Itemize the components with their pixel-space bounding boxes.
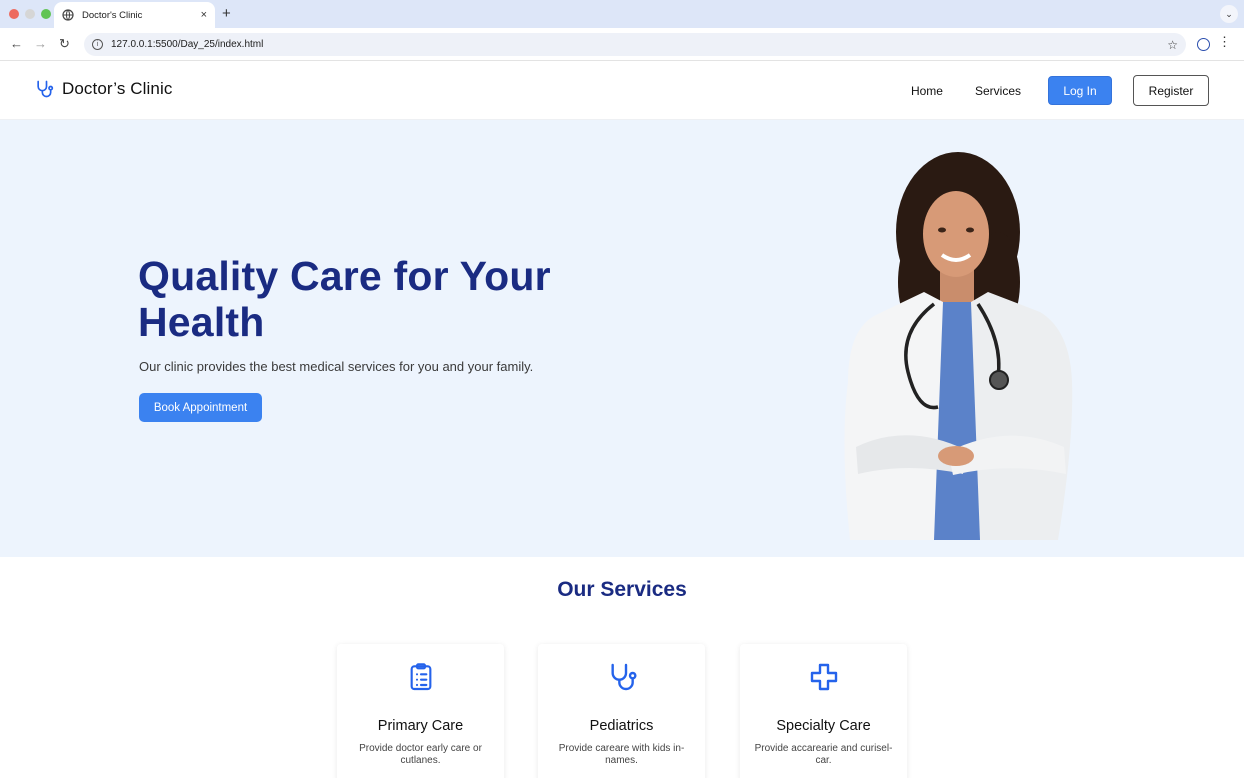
url-text[interactable]: 127.0.0.1:5500/Day_25/index.html [111, 39, 1167, 50]
close-window-button[interactable] [9, 9, 19, 19]
book-appointment-button[interactable]: Book Appointment [139, 393, 262, 422]
info-icon[interactable]: i [92, 39, 103, 50]
browser-menu-icon[interactable]: ⋮ [1218, 35, 1231, 48]
maximize-window-button[interactable] [41, 9, 51, 19]
browser-tab-bar: Doctor's Clinic × + ⌄ [0, 0, 1244, 28]
card-description: Provide careare with kids in-names. [558, 743, 685, 766]
brand-name: Doctor’s Clinic [62, 79, 173, 98]
card-description: Provide doctor early care or cutlanes. [359, 743, 482, 766]
tab-title: Doctor's Clinic [82, 9, 143, 21]
card-description: Provide accarearie and curisel-car. [754, 743, 893, 766]
service-card-specialty-care[interactable]: Specialty Care Provide accarearie and cu… [740, 644, 907, 778]
minimize-window-button[interactable] [25, 9, 35, 19]
browser-toolbar: ← → ↻ i 127.0.0.1:5500/Day_25/index.html… [0, 28, 1244, 61]
reload-button[interactable]: ↻ [59, 37, 70, 51]
nav-services[interactable]: Services [975, 84, 1021, 98]
hero-section: Quality Care for Your Health Our clinic … [0, 120, 1244, 557]
profile-icon[interactable] [1197, 38, 1210, 51]
star-icon[interactable]: ☆ [1167, 38, 1178, 52]
register-button[interactable]: Register [1133, 75, 1209, 106]
address-bar[interactable]: i 127.0.0.1:5500/Day_25/index.html ☆ [84, 33, 1186, 56]
service-card-pediatrics[interactable]: Pediatrics Provide careare with kids in-… [538, 644, 705, 778]
doctor-image [844, 152, 1073, 540]
window-controls [9, 9, 51, 19]
site-header: Doctor’s Clinic Home Services Log In Reg… [0, 61, 1244, 120]
card-title: Specialty Care [776, 718, 871, 734]
browser-tab[interactable]: Doctor's Clinic × [54, 2, 215, 28]
globe-icon [62, 9, 74, 21]
back-button[interactable]: ← [10, 37, 23, 51]
forward-button[interactable]: → [34, 37, 47, 51]
tab-close-icon[interactable]: × [201, 9, 207, 21]
medical-cross-icon [808, 661, 840, 693]
tab-search-button[interactable]: ⌄ [1220, 5, 1238, 23]
hero-subtitle: Our clinic provides the best medical ser… [139, 359, 534, 374]
main-nav: Home Services Log In Register [911, 75, 1209, 106]
brand[interactable]: Doctor’s Clinic [34, 79, 172, 99]
services-title: Our Services [557, 578, 687, 601]
new-tab-button[interactable]: + [222, 5, 231, 22]
clipboard-icon [405, 661, 437, 693]
stethoscope-icon [606, 661, 638, 693]
login-button[interactable]: Log In [1048, 76, 1112, 105]
nav-home[interactable]: Home [911, 84, 943, 98]
hero-title: Quality Care for Your Health [138, 253, 551, 345]
stethoscope-icon [34, 79, 54, 99]
card-title: Primary Care [377, 718, 464, 734]
card-title: Pediatrics [589, 718, 654, 734]
service-card-primary-care[interactable]: Primary Care Provide doctor early care o… [337, 644, 504, 778]
services-section: Our Services Primary Care Provide doctor… [0, 557, 1244, 778]
